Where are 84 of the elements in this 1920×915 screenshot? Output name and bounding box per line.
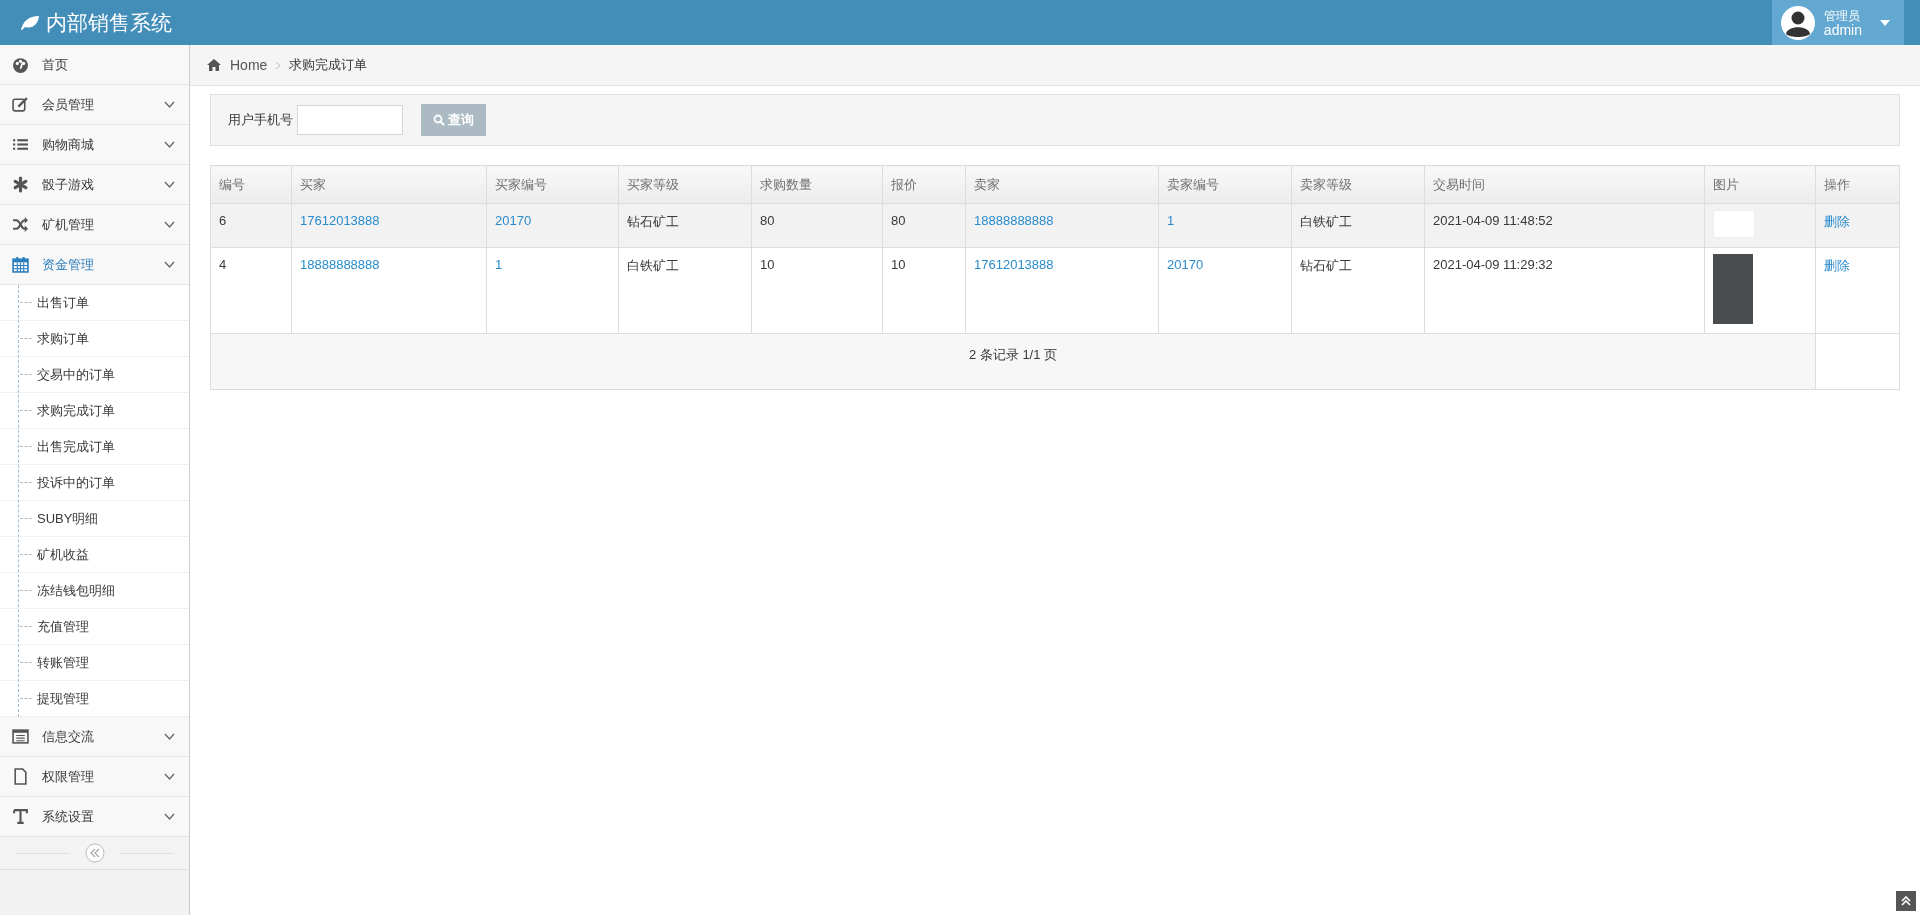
list-icon (12, 136, 29, 153)
newspaper-icon (12, 728, 29, 745)
sidebar-item[interactable]: 首页 (0, 45, 189, 85)
shuffle-icon (12, 216, 29, 233)
submenu-item[interactable]: 矿机收益 (0, 537, 189, 573)
scroll-top-icon[interactable] (1896, 891, 1916, 911)
table-cell: 10 (891, 257, 906, 272)
sidebar-item[interactable]: 骰子游戏 (0, 165, 189, 205)
table-cell: 钻石矿工 (1300, 258, 1352, 273)
table-cell: 6 (219, 213, 227, 228)
submenu-item[interactable]: 求购订单 (0, 321, 189, 357)
column-header: 卖家等级 (1291, 165, 1425, 204)
phone-input[interactable] (297, 105, 403, 135)
sidebar-item[interactable]: 矿机管理 (0, 205, 189, 245)
sidebar-item[interactable]: 资金管理 (0, 245, 189, 285)
table-cell: 80 (891, 213, 906, 228)
chevron-icon (164, 261, 175, 268)
sidebar-item[interactable]: 系统设置 (0, 797, 189, 837)
column-header: 买家 (291, 165, 487, 204)
column-header: 买家编号 (486, 165, 619, 204)
table-cell: 白铁矿工 (1300, 214, 1352, 229)
edit-icon (12, 96, 29, 113)
breadcrumb-current: 求购完成订单 (289, 56, 368, 74)
chevron-icon (164, 773, 175, 780)
asterisk-icon (12, 176, 29, 193)
chevron-icon (164, 181, 175, 188)
column-header: 买家等级 (618, 165, 752, 204)
table-cell: 2021-04-09 11:29:32 (1433, 257, 1553, 272)
chevron-icon (164, 221, 175, 228)
submenu-item[interactable]: 冻结钱包明细 (0, 573, 189, 609)
sidebar-item[interactable]: 会员管理 (0, 85, 189, 125)
chevron-icon (164, 813, 175, 820)
caret-icon (1880, 19, 1890, 26)
submenu-item[interactable]: 出售订单 (0, 285, 189, 321)
dashboard-icon (12, 56, 29, 73)
submenu-item[interactable]: 交易中的订单 (0, 357, 189, 393)
submenu-item[interactable]: SUBY明细 (0, 501, 189, 537)
delete-link[interactable]: 删除 (1824, 258, 1850, 273)
column-header: 操作 (1815, 165, 1900, 204)
submenu-item[interactable]: 求购完成订单 (0, 393, 189, 429)
chevron-icon (275, 60, 282, 70)
column-header: 求购数量 (751, 165, 883, 204)
table-cell: 钻石矿工 (627, 214, 679, 229)
pagination-info: 2 条记录 1/1 页 (968, 347, 1058, 362)
sidebar-item[interactable]: 权限管理 (0, 757, 189, 797)
column-header: 卖家 (965, 165, 1159, 204)
calendar-icon (12, 256, 29, 273)
column-header: 交易时间 (1424, 165, 1705, 204)
table-cell: 2021-04-09 11:48:52 (1433, 213, 1553, 228)
photo-placeholder (1713, 254, 1753, 324)
submenu-item[interactable]: 充值管理 (0, 609, 189, 645)
sidebar-item[interactable]: 信息交流 (0, 717, 189, 757)
column-header: 报价 (882, 165, 966, 204)
submenu-item[interactable]: 转账管理 (0, 645, 189, 681)
table-link[interactable]: 18888888888 (300, 257, 380, 272)
file-icon (12, 768, 29, 785)
column-header: 编号 (210, 165, 292, 204)
chevron-icon (164, 141, 175, 148)
leaf-icon (20, 14, 40, 31)
home-icon (206, 58, 222, 72)
column-header: 卖家编号 (1158, 165, 1292, 204)
table-link[interactable]: 20170 (1167, 257, 1204, 272)
column-header: 图片 (1704, 165, 1816, 204)
submenu-item[interactable]: 出售完成订单 (0, 429, 189, 465)
user-role: 管理员 (1823, 8, 1861, 23)
submenu-item[interactable]: 投诉中的订单 (0, 465, 189, 501)
user-name: admin (1823, 22, 1862, 37)
search-icon (433, 114, 445, 126)
field-label: 用户手机号 (228, 111, 293, 129)
sidebar-item[interactable]: 购物商城 (0, 125, 189, 165)
chevron-icon (164, 101, 175, 108)
table-link[interactable]: 17612013888 (974, 257, 1054, 272)
table-cell: 4 (219, 257, 227, 272)
table-link[interactable]: 1 (495, 257, 503, 272)
avatar-icon (1779, 4, 1816, 41)
breadcrumb-link[interactable]: Home (230, 57, 268, 73)
delete-link[interactable]: 删除 (1824, 214, 1850, 229)
text-icon (12, 808, 29, 825)
collapse-icon[interactable] (84, 843, 105, 863)
table-cell: 白铁矿工 (627, 258, 679, 273)
app-title: 内部销售系统 (46, 9, 172, 36)
table-cell: 10 (760, 257, 775, 272)
table-cell: 80 (760, 213, 775, 228)
chevron-icon (164, 733, 175, 740)
